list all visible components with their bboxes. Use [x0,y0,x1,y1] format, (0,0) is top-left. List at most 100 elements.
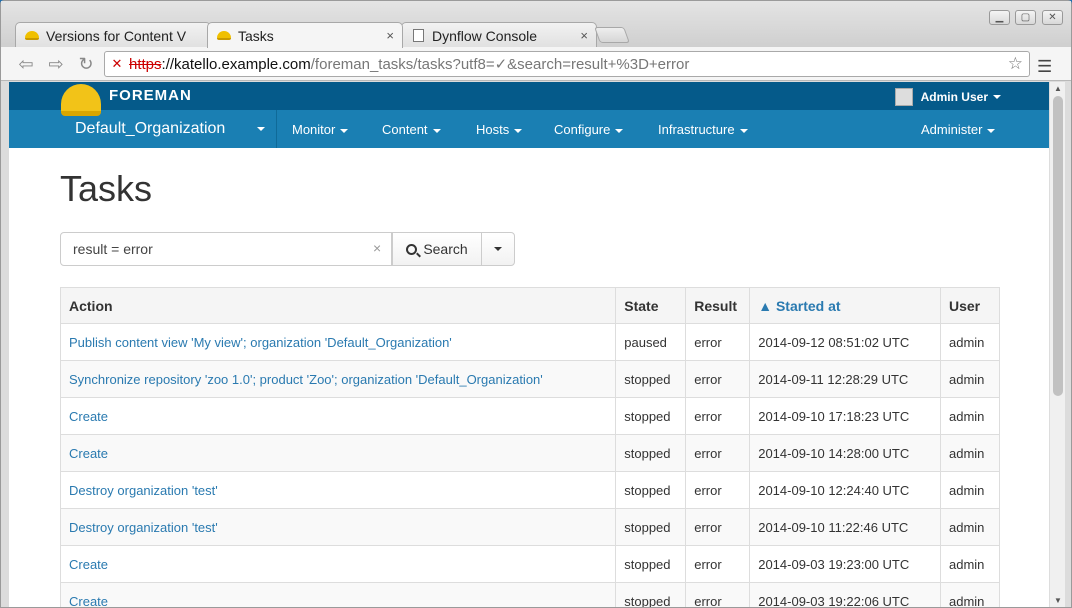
nav-label: Administer [921,122,983,137]
forward-button[interactable]: ⇨ [43,53,69,75]
tab-title: Tasks [238,27,274,44]
tab-tasks[interactable]: Tasks × [207,22,403,48]
nav-hosts[interactable]: Hosts [476,122,523,137]
table-row: Create stopped error 2014-09-03 19:22:06 UT… [59,582,1001,608]
cell-result: error [685,545,751,583]
cell-user: admin [939,323,1001,361]
cell-action: Create [59,434,617,472]
cell-result: error [685,360,751,398]
clear-search-icon[interactable]: × [373,240,381,256]
nav-administer[interactable]: Administer [921,122,996,137]
reload-button[interactable]: ↻ [73,53,99,75]
cell-result: error [685,508,751,546]
cell-started-at: 2014-09-03 19:22:06 UTC [749,582,941,607]
cell-action: Destroy organization 'test' [59,471,617,509]
cell-state: stopped [615,582,687,607]
cell-action: Create [59,397,617,435]
nav-label: Monitor [292,122,336,137]
search-button[interactable]: Search [392,232,482,266]
user-name: Admin User [920,90,988,104]
close-window-button[interactable]: ✕ [1042,10,1063,25]
task-link[interactable]: Destroy organization 'test' [69,483,218,498]
chevron-down-icon [987,128,996,133]
chevron-down-icon [739,128,748,133]
url-host: ://katello.example.com [161,55,311,73]
tasks-table: Action State Result ▲ Started at User Pu… [59,287,1001,608]
chevron-down-icon[interactable] [257,127,265,131]
column-header-started-at[interactable]: ▲ Started at [749,287,941,324]
tab-dynflow[interactable]: Dynflow Console × [401,22,597,48]
table-row: Create stopped error 2014-09-10 14:28:00 UT… [59,434,1001,472]
scroll-up-icon[interactable]: ▲ [1054,84,1062,93]
nav-content[interactable]: Content [382,122,441,137]
cell-started-at: 2014-09-10 14:28:00 UTC [749,434,941,472]
scroll-down-icon[interactable]: ▼ [1054,596,1062,605]
cell-state: paused [615,323,687,361]
task-link[interactable]: Create [69,446,108,461]
browser-toolbar: ⇦ ⇨ ↻ ✕ https ://katello.example.com /fo… [1,47,1071,81]
tab-title: Dynflow Console [432,27,538,44]
table-row: Create stopped error 2014-09-10 17:18:23 UT… [59,397,1001,435]
table-row: Create stopped error 2014-09-03 19:23:00 UT… [59,545,1001,583]
document-icon [410,29,426,43]
task-link[interactable]: Publish content view 'My view'; organiza… [69,335,452,350]
page-scrollbar[interactable]: ▲ ▼ [1049,82,1065,607]
url-path: /foreman_tasks/tasks?utf8=✓&search=resul… [310,56,690,73]
chevron-down-icon [615,128,624,133]
table-body: Publish content view 'My view'; organiza… [59,323,1001,608]
column-header-state: State [615,287,687,324]
search-input[interactable]: result = error [60,232,392,266]
task-link[interactable]: Destroy organization 'test' [69,520,218,535]
close-tab-icon[interactable]: × [386,28,394,43]
cell-user: admin [939,360,1001,398]
cell-action: Create [59,545,617,583]
cell-started-at: 2014-09-10 11:22:46 UTC [749,508,941,546]
foreman-hat-icon [216,29,232,43]
nav-monitor[interactable]: Monitor [292,122,349,137]
cell-state: stopped [615,360,687,398]
forward-arrow-icon: ⇨ [48,53,64,74]
table-row: Destroy organization 'test' stopped error 2… [59,471,1001,509]
cell-started-at: 2014-09-03 19:23:00 UTC [749,545,941,583]
cell-started-at: 2014-09-10 12:24:40 UTC [749,471,941,509]
column-header-result: Result [685,287,751,324]
search-icon [406,243,418,255]
address-bar[interactable]: ✕ https ://katello.example.com /foreman_… [104,51,1030,77]
minimize-button[interactable]: ▁ [989,10,1010,25]
chevron-down-icon [432,128,441,133]
menu-icon[interactable]: ☰ [1037,57,1052,77]
cell-action: Create [59,582,617,608]
brand-name[interactable]: FOREMAN [109,87,192,104]
task-link[interactable]: Create [69,409,108,424]
task-link[interactable]: Create [69,594,108,608]
cell-result: error [685,434,751,472]
search-button-label: Search [423,241,468,257]
foreman-logo-icon[interactable] [61,84,101,116]
cell-state: stopped [615,508,687,546]
cell-action: Synchronize repository 'zoo 1.0'; produc… [59,360,617,398]
back-arrow-icon: ⇦ [18,53,34,74]
chevron-down-icon [340,128,349,133]
nav-label: Infrastructure [658,122,735,137]
main-content: Tasks result = error × Search Action Sta… [9,148,1049,607]
chevron-down-icon [494,247,502,251]
bookmarks-dropdown-button[interactable] [481,232,515,266]
cell-result: error [685,397,751,435]
task-link[interactable]: Synchronize repository 'zoo 1.0'; produc… [69,372,543,387]
maximize-button[interactable]: ▢ [1015,10,1036,25]
cell-user: admin [939,471,1001,509]
cell-result: error [685,582,751,607]
bookmark-star-icon[interactable]: ☆ [1008,54,1023,74]
reload-icon: ↻ [78,53,94,74]
new-tab-button[interactable] [594,27,630,43]
close-tab-icon[interactable]: × [580,28,588,43]
user-menu[interactable]: Admin User [894,88,1001,106]
back-button[interactable]: ⇦ [13,53,39,75]
scrollbar-thumb[interactable] [1053,96,1063,396]
task-link[interactable]: Create [69,557,108,572]
cell-state: stopped [615,545,687,583]
nav-configure[interactable]: Configure [554,122,624,137]
tab-versions[interactable]: Versions for Content V [15,22,211,48]
org-switcher[interactable]: Default_Organization [75,120,225,138]
nav-infrastructure[interactable]: Infrastructure [658,122,748,137]
